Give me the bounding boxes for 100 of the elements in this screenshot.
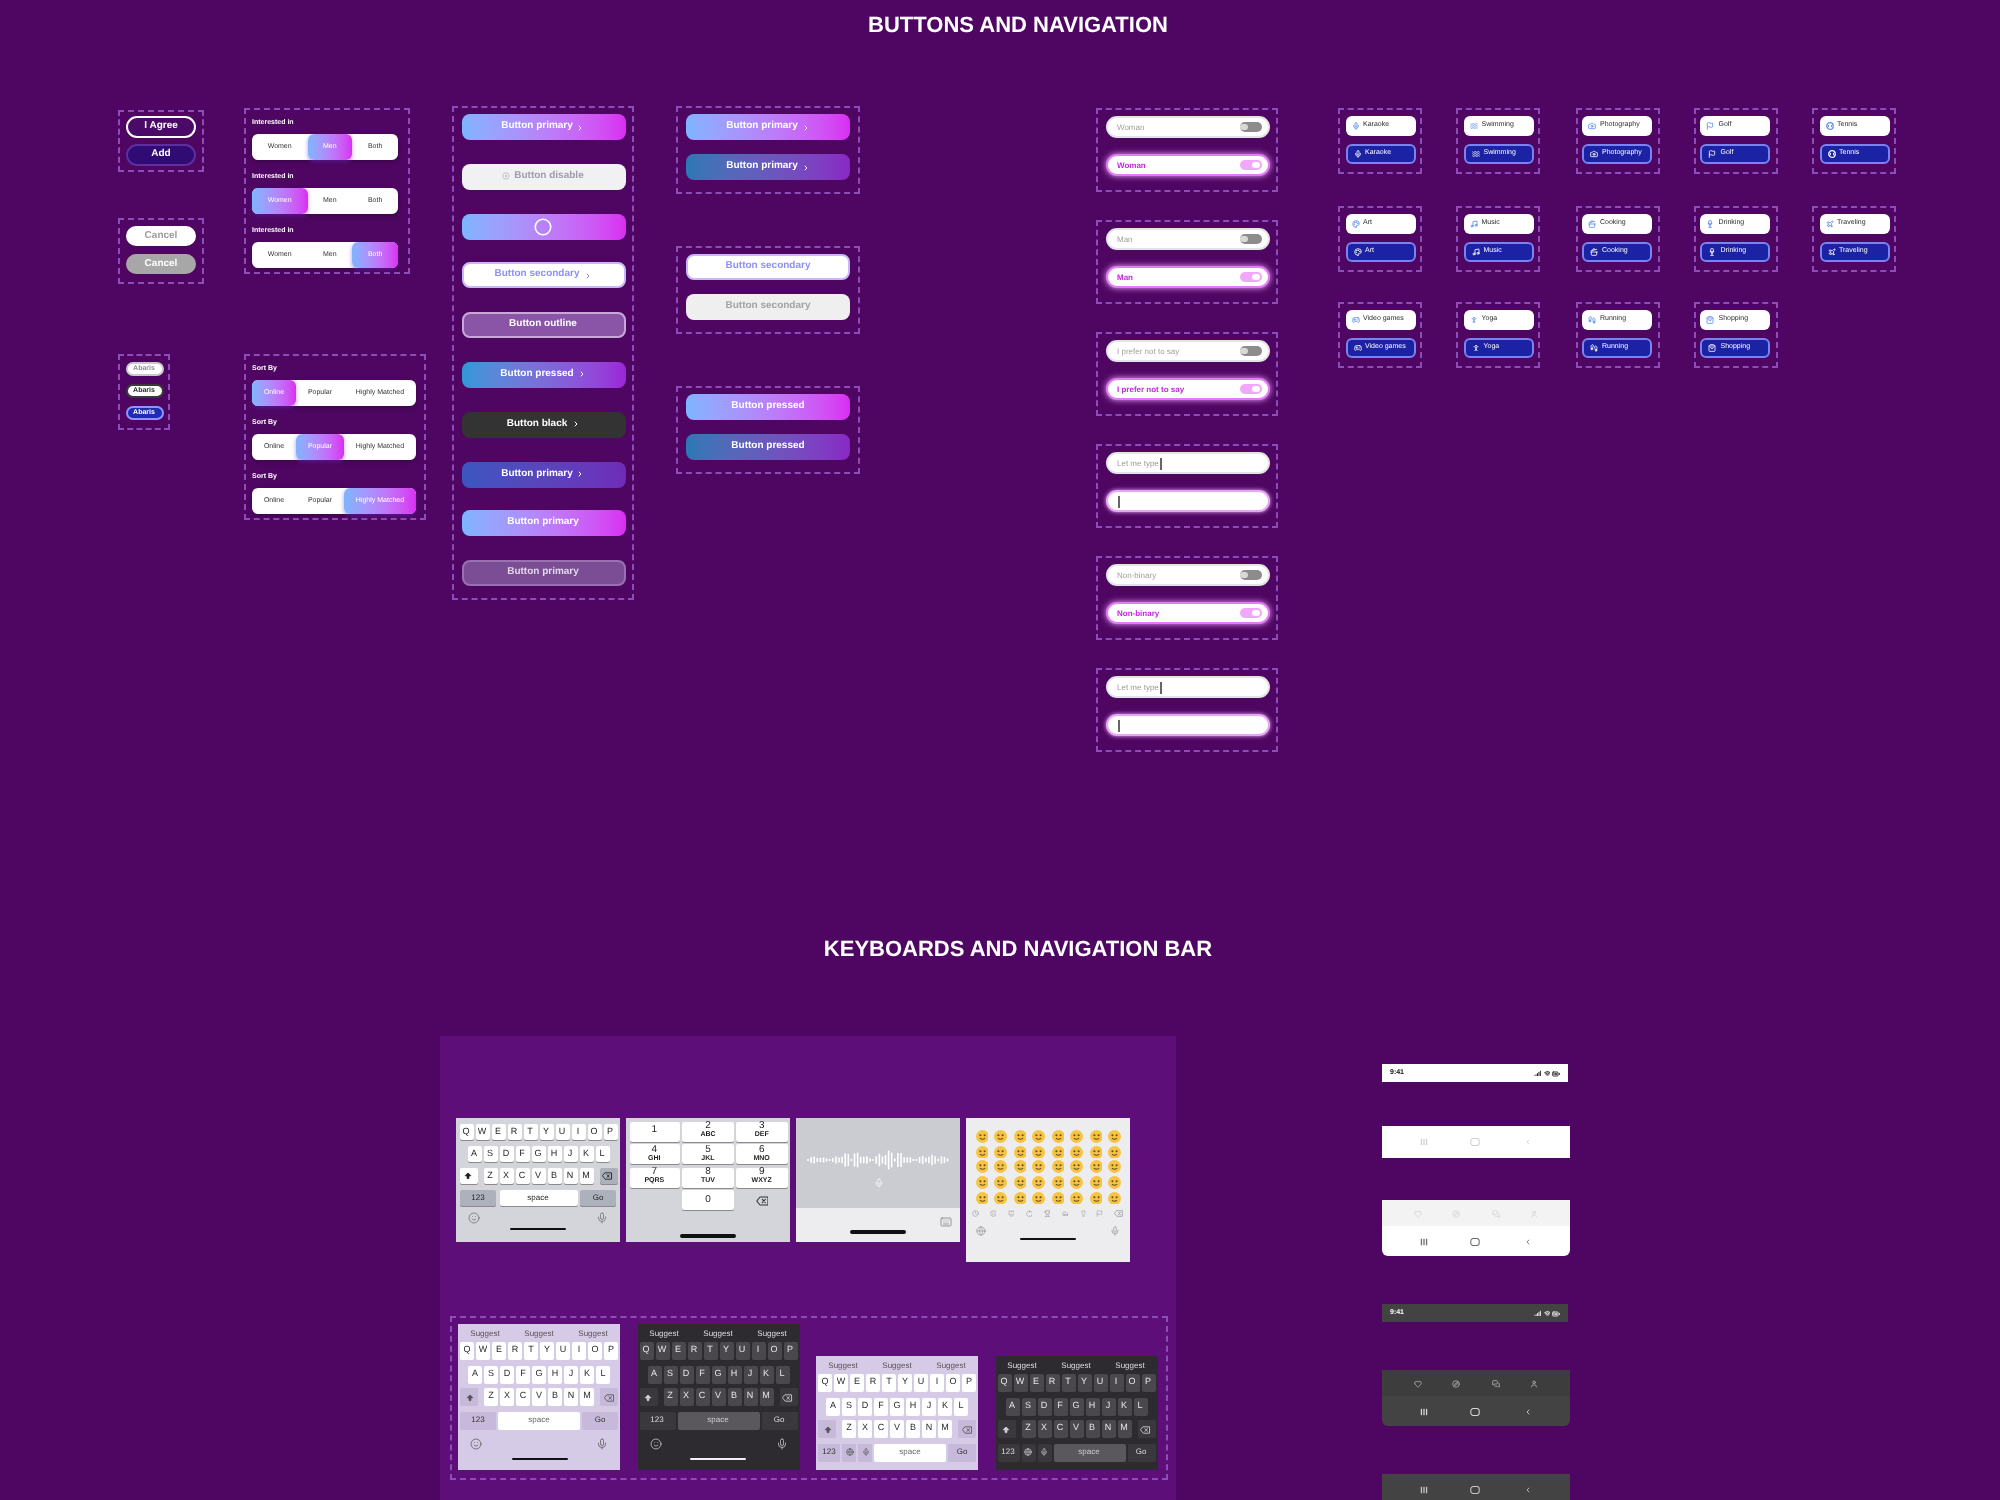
- globe-key[interactable]: [842, 1443, 856, 1461]
- smiley-icon[interactable]: [1032, 1145, 1045, 1159]
- shift-icon: [823, 1425, 831, 1433]
- smiley-icon[interactable]: [1108, 1160, 1121, 1174]
- smiley-icon[interactable]: [1032, 1176, 1045, 1190]
- toggle-switch[interactable]: [1239, 160, 1261, 170]
- smiley-icon[interactable]: [1070, 1130, 1083, 1143]
- cooking-pot-icon: [1588, 219, 1596, 227]
- heart-icon[interactable]: [1413, 1379, 1422, 1387]
- microphone-icon: [1351, 122, 1359, 130]
- toggle-switch[interactable]: [1239, 346, 1261, 356]
- camera-icon: [1588, 122, 1596, 130]
- smiley-icon[interactable]: [1051, 1160, 1064, 1174]
- text-field[interactable]: [1105, 714, 1269, 736]
- smiley-icon[interactable]: [1013, 1160, 1026, 1174]
- home-button-icon[interactable]: [1470, 1237, 1481, 1245]
- text-field[interactable]: [1105, 490, 1269, 512]
- battery-icon: [1552, 1309, 1560, 1317]
- smiley-icon[interactable]: [470, 1437, 482, 1449]
- globe-icon: [845, 1448, 853, 1456]
- home-button-icon[interactable]: [1470, 1486, 1481, 1494]
- cooking-pot-icon: [1590, 247, 1598, 255]
- shift-key[interactable]: [639, 1388, 657, 1406]
- compass-icon[interactable]: [1452, 1379, 1461, 1387]
- toggle-switch[interactable]: [1239, 570, 1261, 580]
- smiley-icon[interactable]: [1032, 1160, 1045, 1174]
- smiley-icon[interactable]: [975, 1145, 988, 1159]
- smiley-icon[interactable]: [1013, 1176, 1026, 1190]
- person-icon[interactable]: [1530, 1379, 1539, 1387]
- person-icon: [1469, 316, 1478, 324]
- smiley-icon[interactable]: [1089, 1176, 1102, 1190]
- smiley-icon[interactable]: [994, 1176, 1007, 1190]
- footprints-icon: [1590, 344, 1598, 352]
- smiley-icon[interactable]: [1108, 1176, 1121, 1190]
- smiley-icon[interactable]: [1013, 1130, 1026, 1143]
- gamepad-icon: [1353, 344, 1361, 352]
- smiley-icon[interactable]: [975, 1160, 988, 1174]
- smiley-icon[interactable]: [1089, 1191, 1102, 1205]
- smiley-icon[interactable]: [1089, 1145, 1102, 1159]
- shopping-bag-icon: [1708, 344, 1717, 352]
- smiley-icon[interactable]: [975, 1176, 988, 1190]
- shift-key[interactable]: [459, 1168, 477, 1184]
- waves-icon: [1471, 150, 1480, 158]
- palette-icon: [1353, 247, 1361, 255]
- section-title: BUTTONS AND NAVIGATION: [868, 14, 1168, 40]
- smiley-icon[interactable]: [1089, 1130, 1102, 1143]
- microphone-icon[interactable]: [596, 1437, 608, 1449]
- smiley-icon[interactable]: [1108, 1145, 1121, 1159]
- smiley-icon[interactable]: [1051, 1176, 1064, 1190]
- toggle-switch[interactable]: [1239, 234, 1261, 244]
- smiley-icon[interactable]: [1089, 1160, 1102, 1174]
- gamepad-icon: [1351, 316, 1359, 324]
- smiley-icon[interactable]: [1032, 1191, 1045, 1205]
- backspace-key[interactable]: [599, 1168, 617, 1184]
- smiley-icon[interactable]: [994, 1145, 1007, 1159]
- voice-key[interactable]: [1037, 1443, 1051, 1461]
- smiley-icon[interactable]: [1051, 1145, 1064, 1159]
- globe-icon: [1024, 1448, 1032, 1456]
- microphone-icon[interactable]: [775, 1437, 787, 1449]
- smiley-icon[interactable]: [1070, 1145, 1083, 1159]
- smiley-icon[interactable]: [1013, 1145, 1026, 1159]
- smiley-icon[interactable]: [1070, 1160, 1083, 1174]
- voice-key[interactable]: [858, 1443, 872, 1461]
- shift-icon: [465, 1393, 473, 1401]
- home-indicator: [1020, 1237, 1076, 1241]
- home-indicator: [690, 1457, 746, 1460]
- smiley-icon[interactable]: [994, 1191, 1007, 1205]
- smiley-icon[interactable]: [1032, 1130, 1045, 1143]
- toggle-switch[interactable]: [1239, 608, 1261, 618]
- person-icon: [1471, 344, 1480, 352]
- toggle-switch[interactable]: [1239, 272, 1261, 282]
- smiley-icon[interactable]: [975, 1191, 988, 1205]
- smiley-icon[interactable]: [1108, 1191, 1121, 1205]
- backspace-key[interactable]: [779, 1388, 797, 1406]
- smiley-icon[interactable]: [1070, 1176, 1083, 1190]
- smiley-icon[interactable]: [1070, 1191, 1083, 1205]
- smiley-icon[interactable]: [975, 1130, 988, 1143]
- toggle-switch[interactable]: [1239, 122, 1261, 132]
- microphone-icon: [1040, 1448, 1048, 1456]
- backspace-key[interactable]: [1137, 1420, 1155, 1438]
- music-note-icon: [1471, 247, 1480, 255]
- text-cursor-icon: [1117, 495, 1119, 507]
- music-note-icon: [1469, 219, 1478, 227]
- flag-icon: [1706, 122, 1715, 130]
- shift-key[interactable]: [997, 1420, 1015, 1438]
- backspace-icon: [602, 1172, 614, 1180]
- toggle-switch[interactable]: [1239, 384, 1261, 394]
- smiley-icon[interactable]: [994, 1130, 1007, 1143]
- smiley-icon[interactable]: [1051, 1130, 1064, 1143]
- smiley-icon[interactable]: [1013, 1191, 1026, 1205]
- backspace-icon: [1140, 1425, 1152, 1433]
- home-indicator: [680, 1234, 736, 1237]
- loading-button[interactable]: [461, 213, 625, 240]
- chat-icon[interactable]: [1491, 1379, 1500, 1387]
- smiley-icon[interactable]: [994, 1160, 1007, 1174]
- smiley-icon[interactable]: [1051, 1191, 1064, 1205]
- globe-key[interactable]: [1021, 1443, 1035, 1461]
- signal-icon: [1534, 1309, 1541, 1317]
- footprints-icon: [1588, 316, 1596, 324]
- smiley-icon[interactable]: [1108, 1130, 1121, 1143]
